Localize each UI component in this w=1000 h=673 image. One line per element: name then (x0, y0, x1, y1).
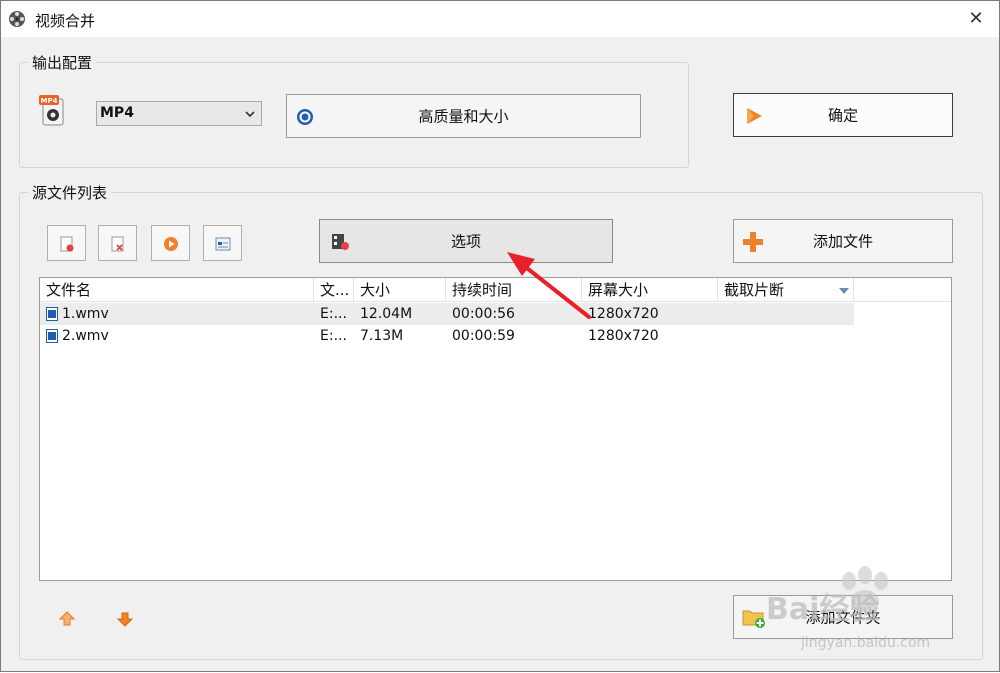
column-folder-label: 文... (320, 281, 350, 299)
add-item-button[interactable] (47, 225, 86, 261)
quality-size-button[interactable]: 高质量和大小 (286, 94, 641, 138)
cell-screen-size: 1280x720 (588, 306, 659, 322)
column-screen-size-label: 屏幕大小 (588, 281, 649, 299)
cell-screen-size: 1280x720 (588, 328, 659, 344)
column-header-clip[interactable]: 截取片断 (718, 278, 854, 302)
column-header-screen-size[interactable]: 屏幕大小 (582, 278, 718, 302)
table-row[interactable]: 1.wmv E:... 12.04M 00:00:56 1280x720 (40, 303, 854, 325)
column-header-filename[interactable]: 文件名 (40, 278, 314, 302)
add-file-label: 添加文件 (812, 232, 873, 251)
file-add-icon (60, 236, 74, 252)
file-list-header: 文件名 文... 大小 持续时间 屏幕大小 截取片断 (40, 278, 951, 302)
add-file-button[interactable]: 添加文件 (733, 219, 953, 263)
chevron-down-icon (245, 111, 255, 118)
column-header-duration[interactable]: 持续时间 (446, 278, 582, 302)
film-reel-icon (9, 11, 25, 27)
remove-item-button[interactable] (98, 225, 137, 261)
cell-folder: E:... (320, 306, 347, 322)
mp4-format-icon: MP4 (39, 95, 64, 126)
cell-clip (718, 303, 854, 325)
column-header-size[interactable]: 大小 (354, 278, 446, 302)
cell-size: 7.13M (360, 328, 404, 344)
format-select[interactable]: MP4 (96, 101, 262, 126)
info-button[interactable] (203, 225, 242, 261)
cell-size: 12.04M (360, 306, 413, 322)
ok-button[interactable]: 确定 (733, 93, 953, 137)
app-window: 视频合并 ✕ 输出配置 MP4 MP4 高质量和大小 确定 源文件列表 选项 添… (0, 0, 1000, 672)
add-folder-button[interactable]: 添加文件夹 (733, 595, 953, 639)
cell-folder: E:... (320, 328, 347, 344)
add-folder-label: 添加文件夹 (805, 608, 881, 627)
cell-clip (718, 325, 854, 347)
column-clip-label: 截取片断 (724, 281, 785, 299)
quality-size-label: 高质量和大小 (418, 107, 509, 126)
play-button[interactable] (151, 225, 190, 261)
close-icon[interactable]: ✕ (968, 8, 983, 29)
column-duration-label: 持续时间 (452, 281, 513, 299)
cell-filename: 1.wmv (62, 306, 109, 322)
play-icon (164, 237, 178, 251)
cell-duration: 00:00:59 (452, 328, 515, 344)
ok-button-label: 确定 (827, 106, 858, 125)
move-down-icon[interactable] (115, 609, 135, 629)
client-area: 输出配置 MP4 MP4 高质量和大小 确定 源文件列表 选项 添加文件 文件名… (1, 37, 999, 671)
table-row[interactable]: 2.wmv E:... 7.13M 00:00:59 1280x720 (40, 325, 854, 347)
title-bar: 视频合并 ✕ (1, 1, 999, 37)
options-button[interactable]: 选项 (319, 219, 613, 263)
window-title: 视频合并 (35, 12, 96, 30)
cell-filename: 2.wmv (62, 328, 109, 344)
column-size-label: 大小 (360, 281, 391, 299)
options-button-label: 选项 (450, 232, 481, 251)
window-info-icon (215, 237, 231, 251)
move-up-icon[interactable] (57, 609, 77, 629)
file-list[interactable]: 文件名 文... 大小 持续时间 屏幕大小 截取片断 1.wmv E:... 1… (39, 277, 952, 581)
file-remove-icon (111, 236, 124, 252)
output-config-legend: 输出配置 (28, 52, 97, 73)
close-button[interactable]: ✕ (963, 6, 989, 32)
column-header-folder[interactable]: 文... (314, 278, 354, 302)
mp4-badge-text: MP4 (41, 97, 58, 105)
format-select-value: MP4 (100, 105, 134, 121)
source-files-legend: 源文件列表 (28, 182, 112, 203)
sort-down-icon (839, 288, 849, 294)
cell-duration: 00:00:56 (452, 306, 515, 322)
column-filename-label: 文件名 (46, 281, 92, 299)
